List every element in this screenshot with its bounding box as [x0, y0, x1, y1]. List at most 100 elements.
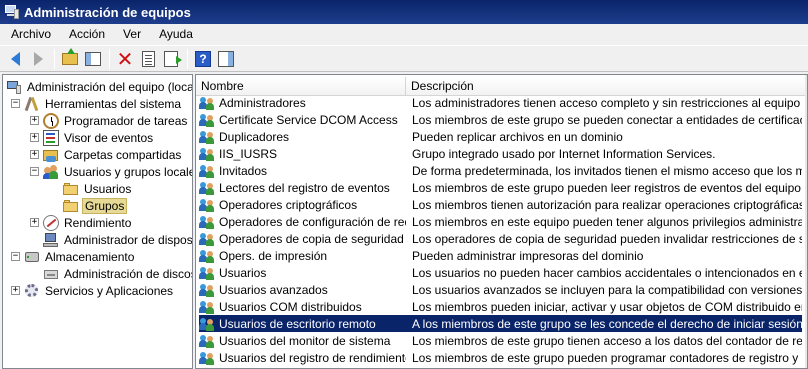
- expand-toggle[interactable]: +: [30, 133, 39, 142]
- back-button[interactable]: [4, 48, 26, 70]
- expand-toggle[interactable]: +: [30, 150, 39, 159]
- event-viewer-icon: [43, 129, 59, 146]
- table-row[interactable]: Lectores del registro de eventos Los miem…: [199, 179, 802, 196]
- group-name-cell: Usuarios del monitor de sistema: [199, 333, 406, 349]
- tree-item-label: Usuarios y grupos locales: [64, 164, 193, 179]
- table-row[interactable]: Operadores de copia de seguridad Los oper…: [199, 230, 802, 247]
- group-icon: [199, 350, 215, 366]
- table-row[interactable]: Operadores criptográficos Los miembros ti…: [199, 196, 802, 213]
- expand-toggle[interactable]: +: [30, 218, 39, 227]
- table-row[interactable]: Invitados De forma predeterminada, los in…: [199, 162, 802, 179]
- group-name: Usuarios de escritorio remoto: [219, 316, 376, 331]
- collapse-toggle[interactable]: −: [11, 252, 20, 261]
- tree-item-usuarios[interactable]: Usuarios: [63, 180, 133, 197]
- group-name: Usuarios avanzados: [219, 282, 328, 297]
- tree-item-servicios[interactable]: + Servicios y Aplicaciones: [11, 282, 175, 299]
- menu-archivo[interactable]: Archivo: [2, 27, 60, 41]
- group-icon: [199, 214, 215, 230]
- tree-item-label: Programador de tareas: [64, 113, 188, 128]
- group-name: Usuarios COM distribuidos: [219, 299, 362, 314]
- group-name-cell: Operadores de copia de seguridad: [199, 231, 406, 247]
- tree-item-visor[interactable]: + Visor de eventos: [30, 129, 155, 146]
- group-name-cell: Usuarios: [199, 265, 406, 281]
- group-name: Usuarios del registro de rendimiento: [219, 350, 406, 365]
- tree-item-discos[interactable]: Administración de discos: [43, 265, 193, 282]
- group-description: Los miembros pueden iniciar, activar y u…: [412, 299, 802, 314]
- properties-button[interactable]: [137, 48, 159, 70]
- group-list-view[interactable]: Nombre Descripción Administradores Los ad…: [195, 74, 808, 369]
- tree-item-almacenamiento[interactable]: − Almacenamiento: [11, 248, 136, 265]
- group-description: Los miembros de este grupo pueden leer r…: [412, 180, 802, 195]
- clock-icon: [43, 112, 59, 129]
- tools-icon: [24, 96, 40, 112]
- console-tree[interactable]: Administración del equipo (local) − Herr…: [2, 74, 193, 369]
- collapse-toggle[interactable]: −: [11, 99, 20, 108]
- tree-item-label: Almacenamiento: [45, 249, 135, 264]
- table-row[interactable]: Usuarios del monitor de sistema Los miemb…: [199, 332, 802, 349]
- group-icon: [199, 333, 215, 349]
- group-name: Usuarios: [219, 265, 267, 280]
- group-description: Pueden replicar archivos en un dominio: [412, 129, 623, 144]
- group-icon: [199, 299, 215, 315]
- computer-management-icon: [4, 4, 20, 20]
- group-name: Opers. de impresión: [219, 248, 328, 263]
- collapse-toggle[interactable]: −: [30, 167, 39, 176]
- help-button[interactable]: ?: [192, 48, 214, 70]
- table-row[interactable]: Operadores de configuración de red Los mi…: [199, 213, 802, 230]
- group-description: Los administradores tienen acceso comple…: [412, 95, 802, 110]
- tree-item-grupos[interactable]: Grupos: [63, 197, 128, 214]
- group-name-cell: Invitados: [199, 163, 406, 179]
- group-description: Los operadores de copia de seguridad pue…: [412, 231, 802, 246]
- export-list-button[interactable]: [160, 48, 182, 70]
- table-row[interactable]: Administradores Los administradores tiene…: [199, 94, 802, 111]
- group-icon: [199, 316, 215, 332]
- forward-button[interactable]: [27, 48, 49, 70]
- tree-item-label-selected: Grupos: [82, 197, 128, 214]
- tree-item-usuarios-grupos[interactable]: − Usuarios y grupos locales: [30, 163, 193, 180]
- performance-icon: [43, 214, 59, 231]
- table-row[interactable]: Duplicadores Pueden replicar archivos en …: [199, 128, 802, 145]
- pane-edge: [805, 75, 807, 368]
- up-one-level-button[interactable]: [59, 47, 81, 70]
- action-pane-button[interactable]: [215, 48, 237, 70]
- expand-toggle[interactable]: +: [30, 116, 39, 125]
- tree-item-label: Visor de eventos: [64, 130, 154, 145]
- expand-toggle[interactable]: +: [11, 286, 20, 295]
- group-name-cell: Usuarios avanzados: [199, 282, 406, 298]
- table-row[interactable]: IIS_IUSRS Grupo integrado usado por Inter…: [199, 145, 802, 162]
- properties-icon: [141, 50, 155, 67]
- table-row[interactable]: Opers. de impresión Pueden administrar im…: [199, 247, 802, 264]
- tree-item-rendimiento[interactable]: + Rendimiento: [30, 214, 133, 231]
- tree-item-label: Carpetas compartidas: [64, 147, 182, 162]
- menu-accion[interactable]: Acción: [60, 27, 114, 41]
- menu-bar: Archivo Acción Ver Ayuda: [0, 24, 808, 44]
- tree-item-dispositivos[interactable]: Administrador de dispositivos: [43, 231, 192, 248]
- tree-item-label: Administración de discos: [64, 266, 193, 281]
- disk-icon: [43, 266, 59, 282]
- delete-button[interactable]: ✕: [114, 48, 136, 70]
- tree-item-herramientas[interactable]: − Herramientas del sistema: [11, 95, 183, 112]
- group-icon: [199, 265, 215, 281]
- table-row[interactable]: Usuarios avanzados Los usuarios avanzados…: [199, 281, 802, 298]
- tree-item-label: Herramientas del sistema: [45, 96, 182, 111]
- group-description: A los miembros de este grupo se les conc…: [412, 316, 802, 331]
- tree-item-programador[interactable]: + Programador de tareas: [30, 112, 189, 129]
- table-row[interactable]: Usuarios COM distribuidos Los miembros pu…: [199, 298, 802, 315]
- tree-item-carpetas[interactable]: + Carpetas compartidas: [30, 146, 183, 163]
- group-description: Los miembros tienen autorización para re…: [412, 197, 802, 212]
- table-row[interactable]: Usuarios Los usuarios no pueden hacer cam…: [199, 264, 802, 281]
- menu-ver[interactable]: Ver: [114, 27, 150, 41]
- delete-icon: ✕: [116, 46, 134, 71]
- group-name-cell: Operadores de configuración de red: [199, 214, 406, 230]
- group-icon: [199, 163, 215, 179]
- table-row[interactable]: Usuarios de escritorio remoto A los miemb…: [199, 315, 802, 332]
- group-icon: [199, 95, 215, 111]
- table-row[interactable]: Usuarios del registro de rendimiento Los …: [199, 349, 802, 366]
- menu-ayuda[interactable]: Ayuda: [150, 27, 202, 41]
- tree-item-root[interactable]: Administración del equipo (local): [6, 78, 192, 95]
- table-row[interactable]: Certificate Service DCOM Access Los miemb…: [199, 111, 802, 128]
- group-name-cell: Usuarios COM distribuidos: [199, 299, 406, 315]
- show-hide-tree-button[interactable]: [82, 48, 104, 70]
- title-bar[interactable]: Administración de equipos: [0, 0, 808, 24]
- group-icon: [199, 146, 215, 162]
